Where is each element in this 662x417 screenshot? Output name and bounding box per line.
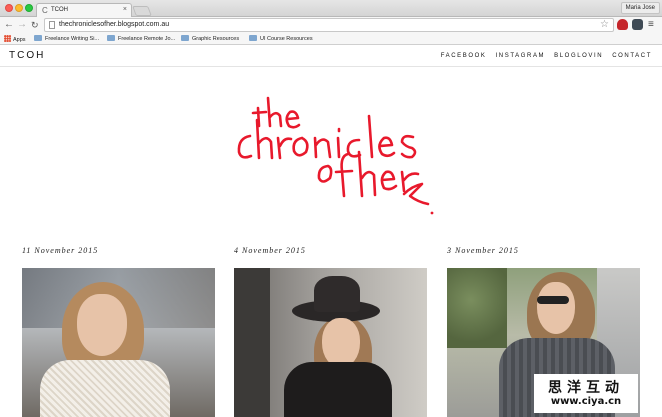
bookmark-freelance-writing[interactable]: Freelance Writing Si... [34,35,99,43]
watermark-chinese: 思洋互动 [548,380,624,396]
tab-close-icon[interactable]: × [123,6,127,13]
post-image[interactable] [234,268,427,417]
profile-button[interactable]: Maria Jose [620,2,660,14]
background-palm [447,268,507,348]
post-date: 3 November 2015 [447,246,519,255]
watermark-url: www.ciya.cn [550,396,622,407]
bookmark-ui-course-resources[interactable]: UI Course Resources [249,35,313,43]
browser-menu-icon[interactable]: ≡ [648,19,654,30]
address-url[interactable]: thechroniclesofher.blogspot.com.au [59,21,169,28]
window-maximize-button[interactable] [25,4,33,12]
window-close-button[interactable] [5,4,13,12]
watermark: 思洋互动 www.ciya.cn [534,374,638,413]
window-minimize-button[interactable] [15,4,23,12]
nav-link-instagram[interactable]: INSTAGRAM [496,53,546,59]
bookmark-apps[interactable]: Apps [4,35,26,44]
post-date: 4 November 2015 [234,246,306,255]
address-bar[interactable]: thechroniclesofher.blogspot.com.au ☆ [44,18,614,32]
post-date: 11 November 2015 [22,246,99,255]
nav-link-facebook[interactable]: FACEBOOK [441,53,487,59]
site-logo[interactable] [236,96,436,218]
face [537,282,575,334]
extension-hat-icon[interactable] [617,19,628,30]
bookmark-freelance-remote[interactable]: Freelance Remote Jo... [107,35,175,43]
folder-icon [181,35,189,41]
nav-link-contact[interactable]: CONTACT [612,53,652,59]
sunglasses [537,296,569,304]
hat-crown [314,276,360,312]
bookmark-graphic-resources[interactable]: Graphic Resources [181,35,239,43]
face [322,318,360,368]
lace-top [40,360,170,417]
browser-tab[interactable]: C TCOH × [36,3,132,17]
site-header: TCOH FACEBOOK INSTAGRAM BLOGLOVIN CONTAC… [0,45,662,67]
browser-tab-strip: C TCOH × Maria Jose [0,0,662,17]
apps-grid-icon [4,35,11,42]
reload-icon[interactable]: ↻ [31,19,39,31]
site-nav: FACEBOOK INSTAGRAM BLOGLOVIN CONTACT [441,53,652,59]
tab-title: TCOH [51,7,68,13]
bookmarks-bar: Apps Freelance Writing Si... Freelance R… [0,33,662,45]
new-tab-button[interactable] [132,6,152,16]
tab-favicon-icon: C [42,6,48,15]
forward-arrow-icon[interactable]: → [17,19,27,31]
background-column [234,268,270,417]
page-icon [49,21,55,29]
nav-link-bloglovin[interactable]: BLOGLOVIN [554,53,603,59]
post-image[interactable] [22,268,215,417]
site-brand[interactable]: TCOH [9,50,45,61]
bookmark-star-icon[interactable]: ☆ [600,19,609,31]
back-arrow-icon[interactable]: ← [4,19,14,31]
black-top [284,362,392,417]
browser-toolbar: ← → ↻ thechroniclesofher.blogspot.com.au… [0,17,662,33]
folder-icon [34,35,42,41]
face [77,294,127,356]
pocket-extension-icon[interactable] [632,19,643,30]
folder-icon [107,35,115,41]
folder-icon [249,35,257,41]
